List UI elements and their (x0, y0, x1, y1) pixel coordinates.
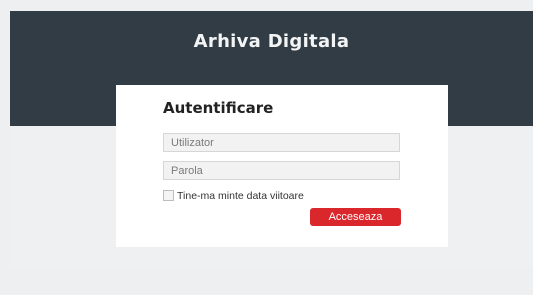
password-input[interactable] (163, 161, 400, 180)
login-title: Autentificare (163, 99, 274, 117)
username-input[interactable] (163, 133, 400, 152)
login-button[interactable]: Acceseaza (310, 208, 401, 226)
login-card: Autentificare Tine-ma minte data viitoar… (116, 85, 448, 247)
remember-me-label: Tine-ma minte data viitoare (177, 189, 304, 202)
brand-title: Arhiva Digitala (193, 31, 350, 52)
remember-me-row[interactable]: Tine-ma minte data viitoare (163, 189, 304, 202)
remember-me-checkbox[interactable] (163, 190, 174, 201)
